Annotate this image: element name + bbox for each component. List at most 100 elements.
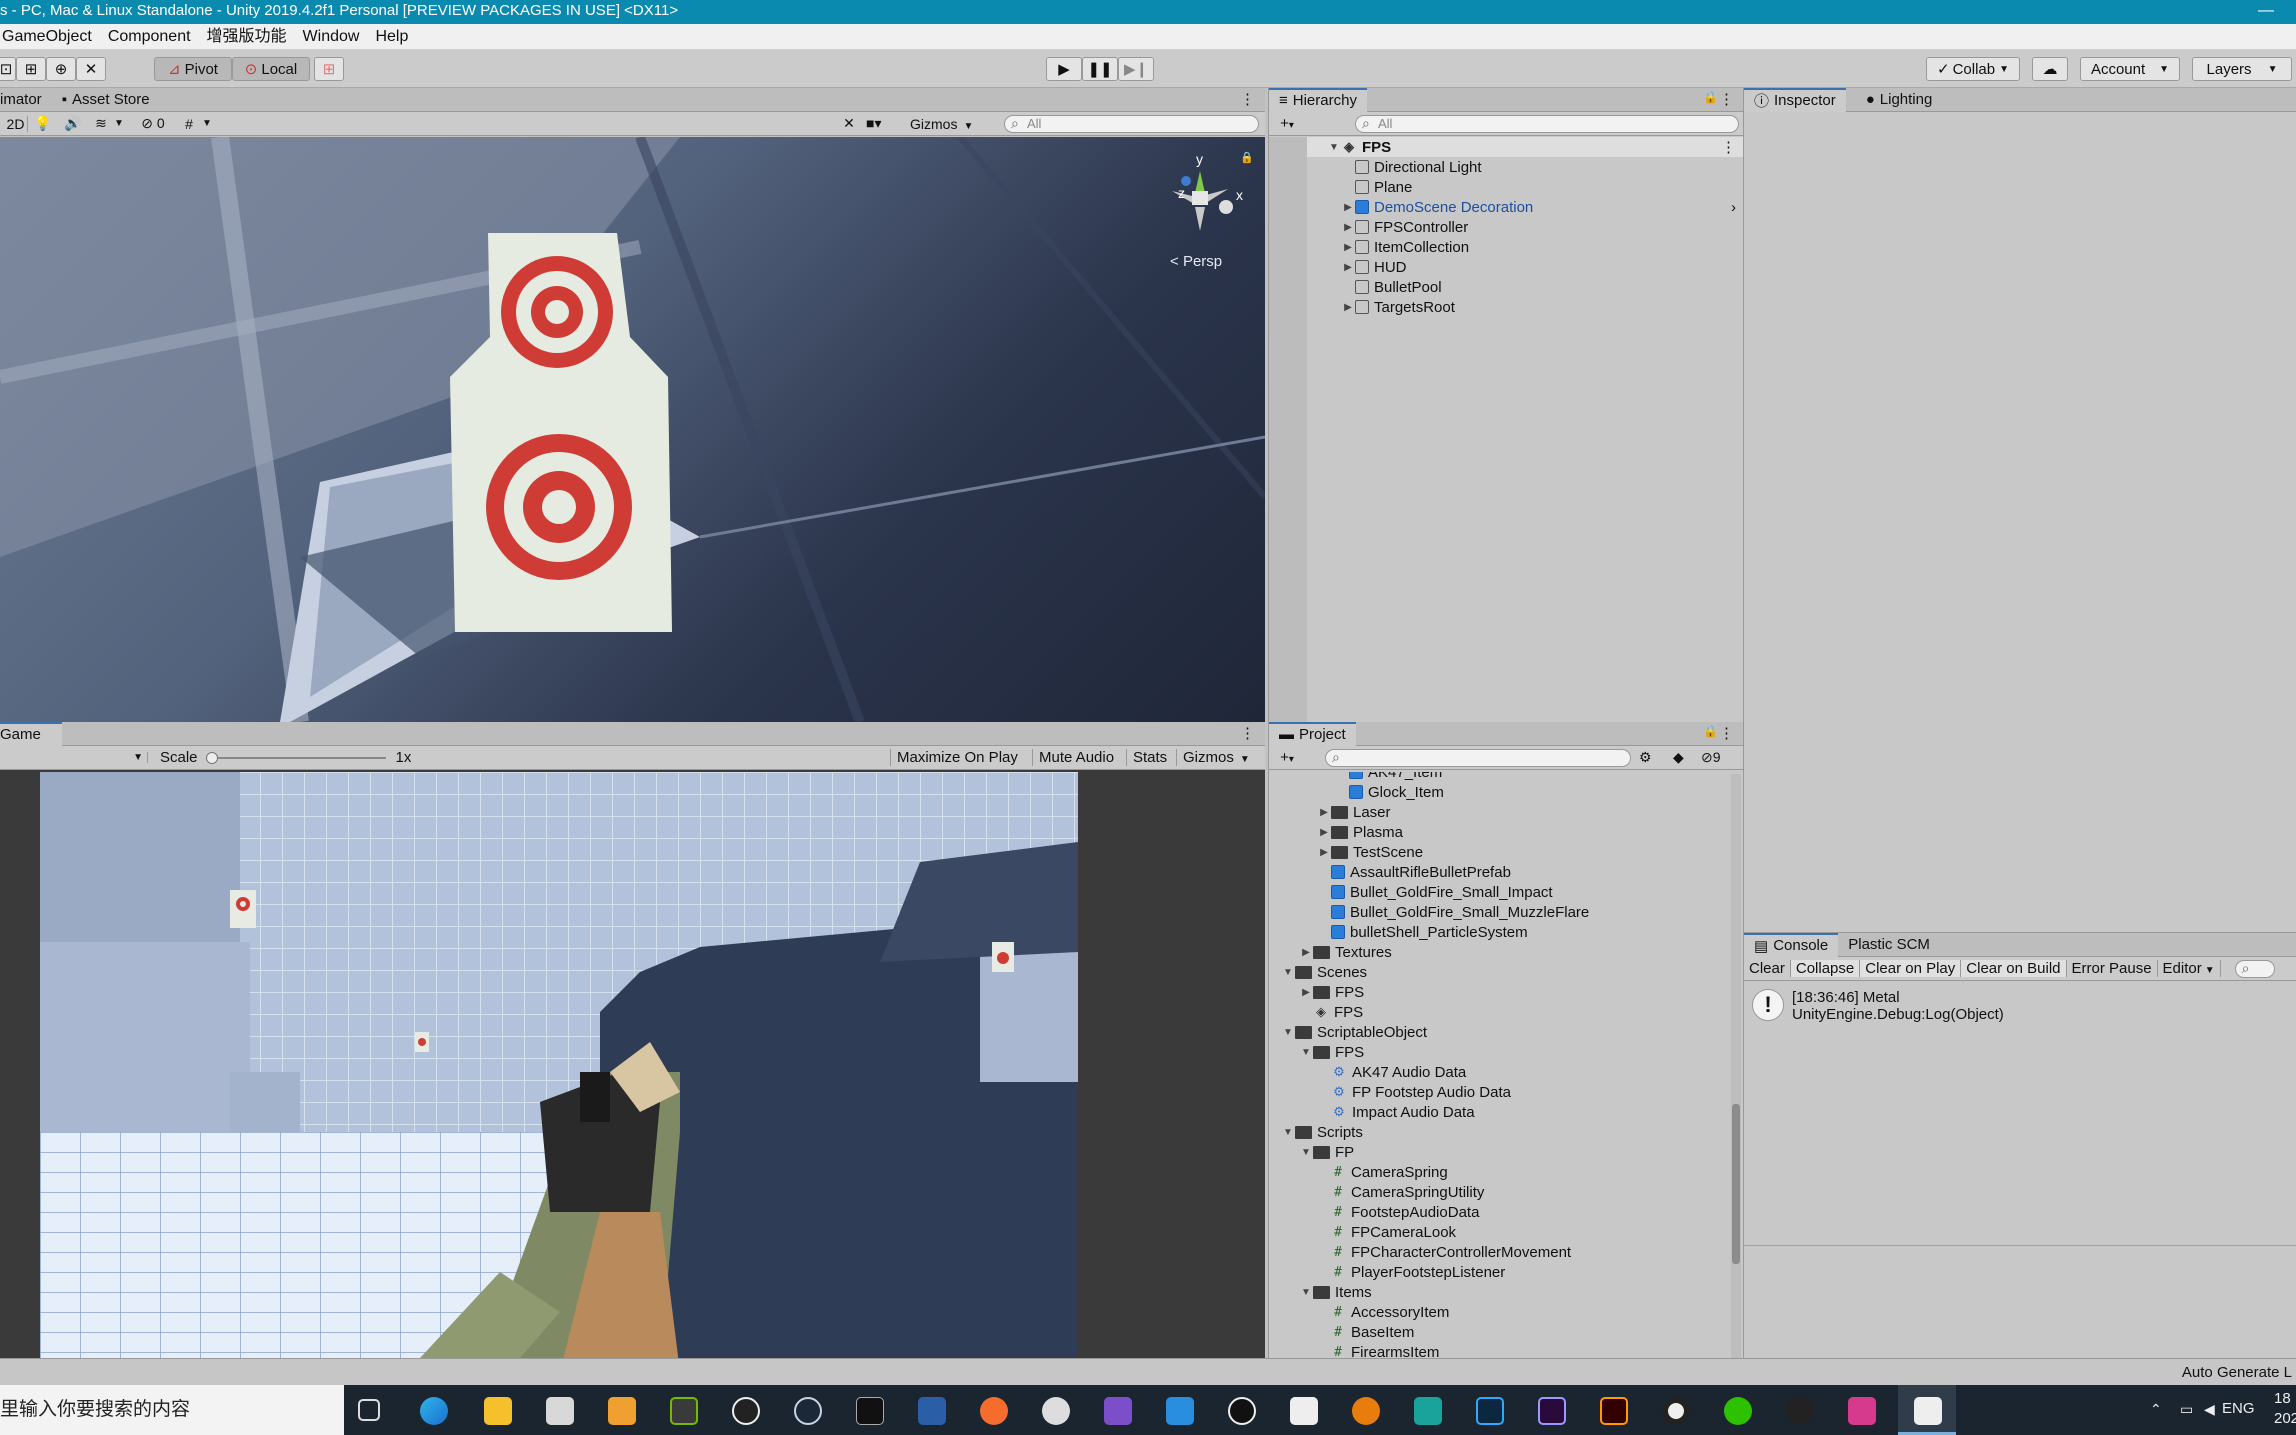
expand-arrow-icon[interactable]: ▼: [1281, 967, 1295, 978]
project-item[interactable]: ▼ Scripts: [1269, 1122, 1729, 1142]
project-item[interactable]: ▼ Items: [1269, 1282, 1729, 1302]
lighting-toggle-icon[interactable]: 💡: [28, 115, 58, 132]
more-icon[interactable]: ⋮: [1719, 724, 1734, 742]
project-item[interactable]: # FootstepAudioData: [1269, 1202, 1729, 1222]
collapse-toggle[interactable]: Collapse: [1790, 960, 1861, 977]
expand-arrow-icon[interactable]: ▼: [1281, 1027, 1295, 1038]
project-item[interactable]: Bullet_GoldFire_Small_Impact: [1269, 882, 1729, 902]
project-item[interactable]: # FPCharacterControllerMovement: [1269, 1242, 1729, 1262]
blender-icon[interactable]: [1352, 1397, 1380, 1425]
pivot-button[interactable]: ⊿ Pivot: [154, 57, 232, 81]
chevron-down-icon[interactable]: ▼: [202, 118, 218, 129]
expand-arrow-icon[interactable]: ▶: [1341, 222, 1355, 233]
file-explorer-icon[interactable]: [484, 1397, 512, 1425]
hierarchy-item[interactable]: ▶ HUD: [1307, 257, 1744, 277]
expand-arrow-icon[interactable]: ▼: [1299, 1047, 1313, 1058]
clear-on-play-toggle[interactable]: Clear on Play: [1860, 960, 1962, 977]
project-item[interactable]: ▶ Plasma: [1269, 822, 1729, 842]
create-button[interactable]: +▾: [1269, 749, 1305, 766]
console-log-entry[interactable]: ! [18:36:46] Metal UnityEngine.Debug:Log…: [1752, 989, 2292, 1025]
project-item[interactable]: ⚙ Impact Audio Data: [1269, 1102, 1729, 1122]
wechat-icon[interactable]: [1724, 1397, 1752, 1425]
menu-window[interactable]: Window: [295, 24, 368, 50]
project-item[interactable]: # BaseItem: [1269, 1322, 1729, 1342]
steam-icon[interactable]: [794, 1397, 822, 1425]
epic-games-icon[interactable]: [856, 1397, 884, 1425]
battlenet-icon[interactable]: [918, 1397, 946, 1425]
console-search-input[interactable]: [2234, 959, 2275, 978]
audio-toggle-icon[interactable]: 🔊: [58, 115, 88, 132]
project-item[interactable]: # FirearmsItem: [1269, 1342, 1729, 1359]
project-search-input[interactable]: [1325, 748, 1631, 767]
more-icon[interactable]: ⋮: [1240, 90, 1255, 108]
expand-arrow-icon[interactable]: ▶: [1299, 987, 1313, 998]
clear-on-build-toggle[interactable]: Clear on Build: [1961, 960, 2067, 977]
logitech-icon[interactable]: [732, 1397, 760, 1425]
unity-editor-taskbar-button[interactable]: [1898, 1385, 1956, 1435]
project-item[interactable]: # CameraSpring: [1269, 1162, 1729, 1182]
hidden-objects-toggle[interactable]: ⊘ 0: [130, 115, 176, 132]
tab-console[interactable]: ▤ Console: [1744, 932, 1839, 957]
tab-lighting[interactable]: ● Lighting: [1856, 88, 1943, 112]
tab-plastic-scm[interactable]: Plastic SCM: [1838, 933, 1940, 957]
lock-icon[interactable]: 🔒: [1703, 90, 1718, 104]
scene-search-input[interactable]: All: [1004, 114, 1259, 133]
scale-slider-thumb[interactable]: [205, 751, 218, 764]
expand-arrow-icon[interactable]: ▶: [1317, 807, 1331, 818]
hierarchy-item[interactable]: ▶ TargetsRoot: [1307, 297, 1744, 317]
tab-project[interactable]: ▬ Project: [1269, 721, 1356, 746]
edge-icon[interactable]: [420, 1397, 448, 1425]
project-item[interactable]: ◈ FPS: [1269, 1002, 1729, 1022]
scale-slider[interactable]: [205, 751, 386, 764]
project-item[interactable]: ▼ FPS: [1269, 1042, 1729, 1062]
step-button[interactable]: ▶❙: [1118, 57, 1154, 81]
layers-button[interactable]: Layers ▼: [2192, 57, 2292, 81]
taskbar-search-box[interactable]: 里输入你要搜索的内容: [0, 1385, 344, 1435]
project-item[interactable]: ▶ Laser: [1269, 802, 1729, 822]
project-item[interactable]: ▼ Scenes: [1269, 962, 1729, 982]
tab-hierarchy[interactable]: ≡ Hierarchy: [1269, 87, 1367, 112]
project-item[interactable]: ⚙ AK47 Audio Data: [1269, 1062, 1729, 1082]
expand-arrow-icon[interactable]: ▶: [1299, 947, 1313, 958]
filter-label-icon[interactable]: ◆: [1673, 749, 1684, 766]
menu-help[interactable]: Help: [367, 24, 416, 50]
expand-arrow-icon[interactable]: ▶: [1341, 302, 1355, 313]
display-dropdown[interactable]: ▼: [0, 752, 148, 763]
plane-app-icon[interactable]: [1848, 1397, 1876, 1425]
camera-icon[interactable]: ■▾: [866, 115, 906, 132]
nvidia-icon[interactable]: [670, 1397, 698, 1425]
grid-icon[interactable]: #: [176, 116, 202, 132]
scene-viewport[interactable]: y x z 🔒 < Persp: [0, 137, 1265, 722]
maximize-on-play-button[interactable]: Maximize On Play: [890, 749, 1024, 766]
scene-root-fps[interactable]: ▼ ◈ FPS ⋮: [1307, 137, 1744, 157]
hierarchy-item[interactable]: Directional Light: [1307, 157, 1744, 177]
prefab-open-icon[interactable]: ›: [1731, 199, 1736, 216]
unreal-icon[interactable]: [1228, 1397, 1256, 1425]
stats-button[interactable]: Stats: [1126, 749, 1173, 766]
project-item[interactable]: Glock_Item: [1269, 782, 1729, 802]
project-item[interactable]: ▼ FP: [1269, 1142, 1729, 1162]
project-item[interactable]: ▶ FPS: [1269, 982, 1729, 1002]
menu-enhanced[interactable]: 增强版功能: [199, 24, 295, 50]
expand-arrow-icon[interactable]: ▶: [1317, 847, 1331, 858]
store-icon[interactable]: [608, 1397, 636, 1425]
filter-type-icon[interactable]: ⚙: [1639, 749, 1652, 766]
project-item[interactable]: ▼ ScriptableObject: [1269, 1022, 1729, 1042]
photoshop-icon[interactable]: [1476, 1397, 1504, 1425]
more-icon[interactable]: ⋮: [1719, 90, 1734, 108]
menu-component[interactable]: Component: [100, 24, 199, 50]
clear-button[interactable]: Clear: [1744, 960, 1791, 977]
hierarchy-item[interactable]: ▶ DemoScene Decoration ›: [1307, 197, 1744, 217]
game-viewport[interactable]: [40, 772, 1078, 1358]
rect-tool-icon[interactable]: ⊡: [0, 57, 16, 81]
project-item[interactable]: # FPCameraLook: [1269, 1222, 1729, 1242]
editor-dropdown[interactable]: Editor ▼: [2158, 960, 2221, 977]
chevron-down-icon[interactable]: ▼: [114, 118, 130, 129]
game-gizmos-button[interactable]: Gizmos ▼: [1176, 749, 1256, 766]
project-item[interactable]: # CameraSpringUtility: [1269, 1182, 1729, 1202]
error-pause-toggle[interactable]: Error Pause: [2067, 960, 2158, 977]
obs-record-icon[interactable]: [1662, 1397, 1690, 1425]
language-indicator[interactable]: ENG: [2222, 1400, 2255, 1417]
project-item[interactable]: ▶ Textures: [1269, 942, 1729, 962]
illustrator-icon[interactable]: [1600, 1397, 1628, 1425]
